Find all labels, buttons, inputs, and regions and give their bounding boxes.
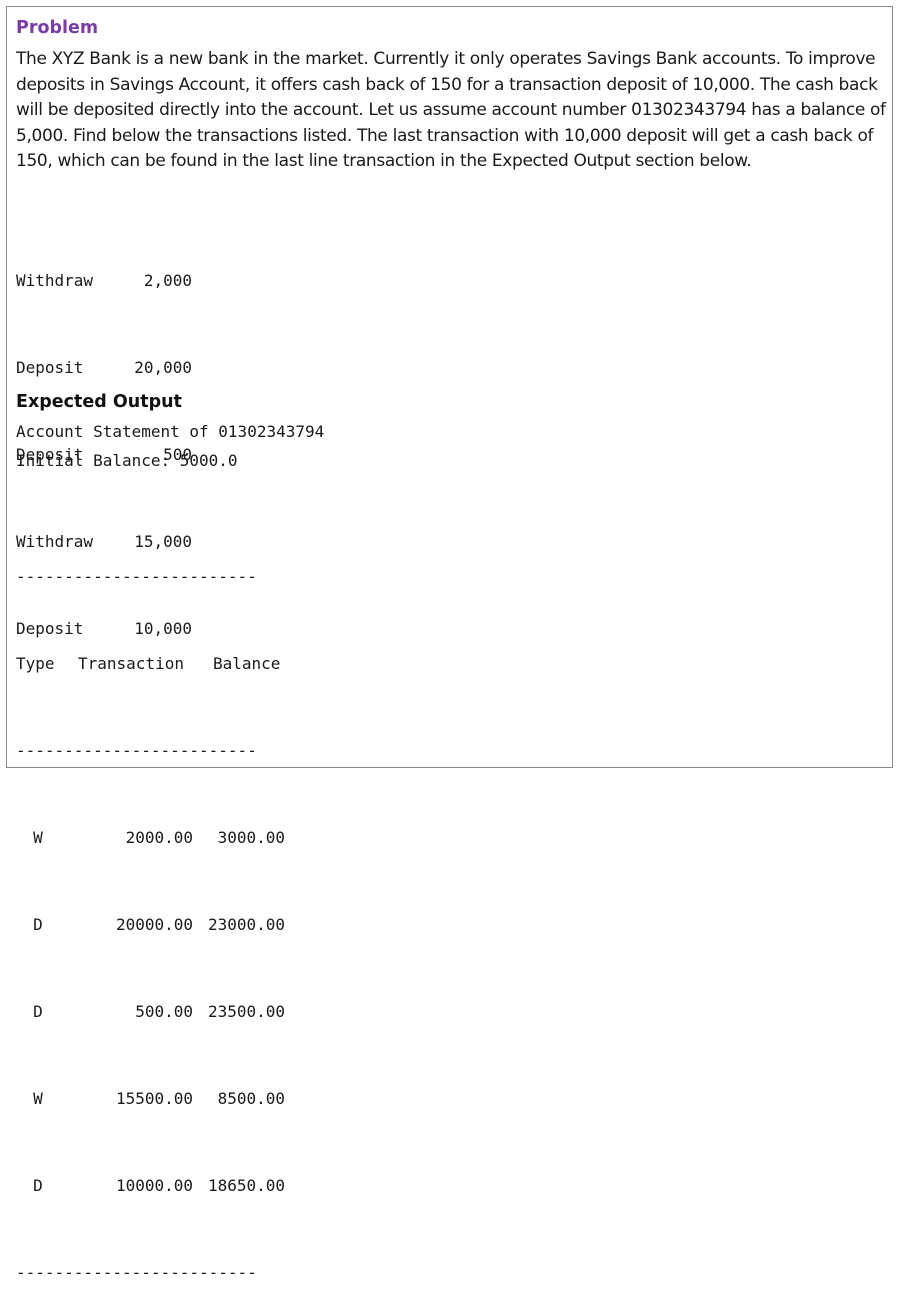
separator-text: ------------------------- (16, 1263, 257, 1282)
statement-row: W 2000.00 3000.00 (16, 823, 293, 852)
row-type: W (33, 1089, 43, 1108)
expected-output-heading: Expected Output (16, 392, 182, 412)
row-type: D (33, 1002, 43, 1021)
separator-text: ------------------------- (16, 741, 257, 760)
header-transaction: Transaction (78, 654, 184, 673)
transaction-amount: 20,000 (134, 358, 192, 377)
row-amount: 20000.00 (115, 915, 193, 934)
initial-balance: Initial Balance: 5000.0 (16, 451, 238, 470)
row-amount: 500.00 (135, 1002, 193, 1021)
problem-description: The XYZ Bank is a new bank in the market… (16, 49, 886, 171)
transaction-row: Withdraw 2,000 (16, 266, 192, 295)
statement-title: Account Statement of 01302343794 (16, 422, 325, 441)
transaction-amount: 2,000 (143, 271, 192, 290)
transaction-type: Deposit (16, 358, 84, 377)
transaction-type: Withdraw (16, 271, 94, 290)
header-balance: Balance (213, 654, 281, 673)
row-balance: 8500.00 (217, 1089, 285, 1108)
row-amount: 10000.00 (115, 1176, 193, 1195)
row-amount: 15500.00 (115, 1089, 193, 1108)
row-balance: 18650.00 (207, 1176, 285, 1195)
statement-row: W 15500.00 8500.00 (16, 1084, 293, 1113)
row-amount: 2000.00 (125, 828, 193, 847)
row-type: W (33, 828, 43, 847)
header-type: Type (16, 654, 55, 673)
statement-header-row: Type Transaction Balance (16, 649, 293, 678)
row-balance: 23500.00 (207, 1002, 285, 1021)
row-balance: 23000.00 (207, 915, 285, 934)
problem-heading: Problem (16, 18, 99, 38)
statement-row: D 10000.00 18650.00 (16, 1171, 293, 1200)
transaction-row: Deposit 20,000 (16, 353, 192, 382)
row-type: D (33, 915, 43, 934)
row-type: D (33, 1176, 43, 1195)
separator-line: ------------------------- (16, 1258, 293, 1287)
separator-line: ------------------------- (16, 736, 293, 765)
statement-row: D 20000.00 23000.00 (16, 910, 293, 939)
separator-text: ------------------------- (16, 567, 257, 586)
row-balance: 3000.00 (217, 828, 285, 847)
statement-row: D 500.00 23500.00 (16, 997, 293, 1026)
separator-line: ------------------------- (16, 562, 293, 591)
statement-table: ------------------------- Type Transacti… (16, 504, 293, 1316)
